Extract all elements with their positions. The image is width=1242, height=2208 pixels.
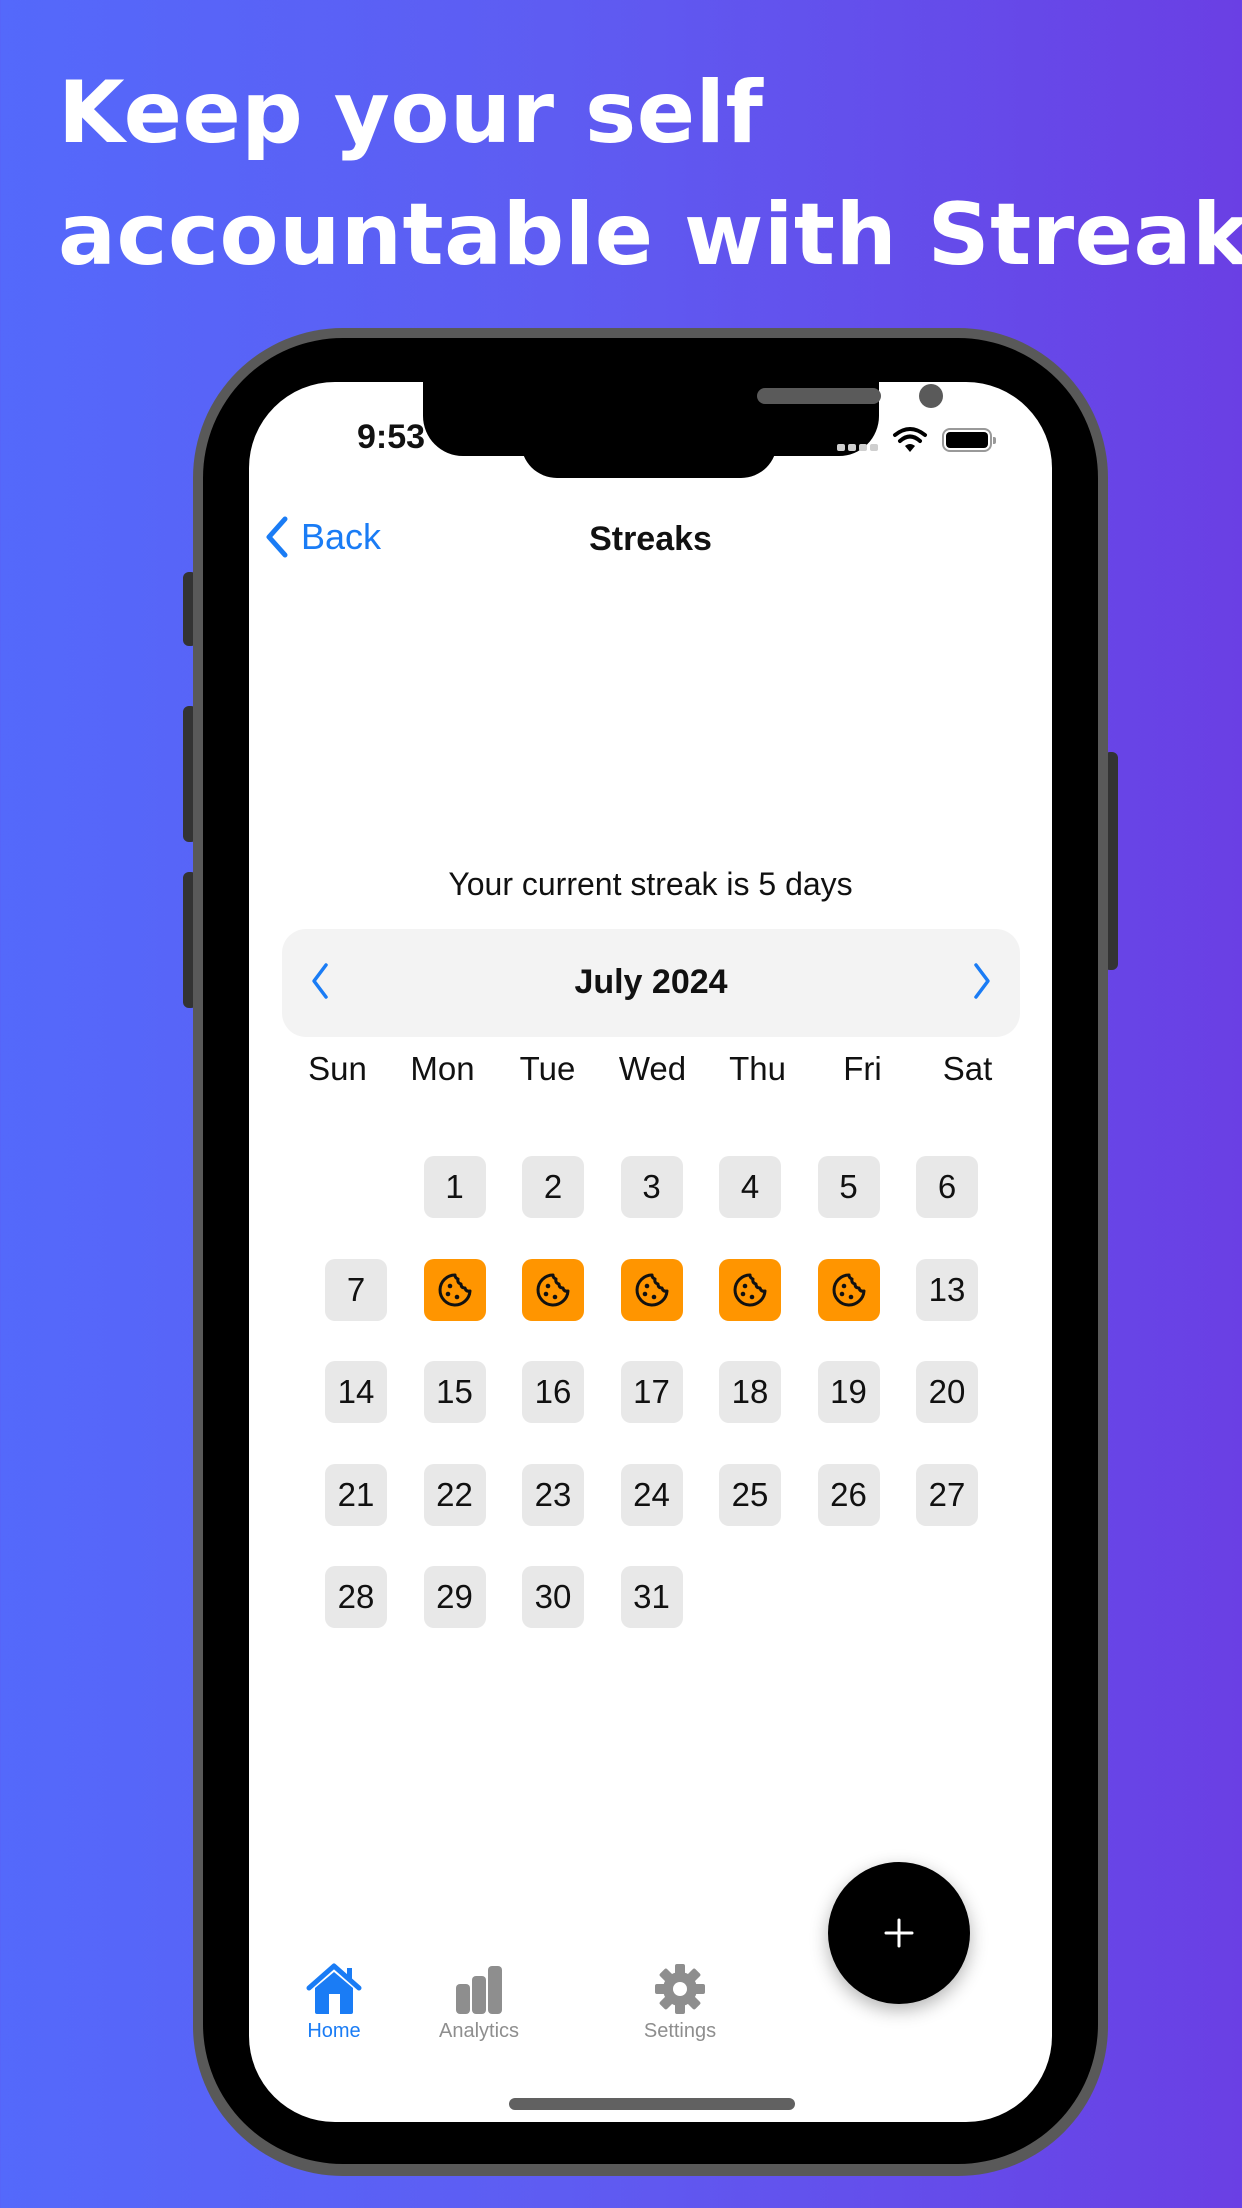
calendar-day[interactable]: 16 xyxy=(522,1361,584,1423)
signal-icon xyxy=(837,443,878,451)
calendar-day[interactable]: 19 xyxy=(817,1361,880,1423)
navigation-bar: Back Streaks xyxy=(249,512,1052,572)
weekday-label: Thu xyxy=(729,1050,786,1087)
calendar-day[interactable]: 25 xyxy=(719,1463,781,1526)
tab-home[interactable]: Home xyxy=(269,1962,399,2043)
cookie-icon xyxy=(536,1273,570,1306)
calendar-day[interactable]: 23 xyxy=(522,1463,584,1526)
calendar-day[interactable]: 13 xyxy=(916,1258,978,1321)
calendar-day[interactable]: 14 xyxy=(325,1361,387,1423)
speaker xyxy=(757,388,881,404)
calendar-day-completed[interactable] xyxy=(817,1258,880,1321)
tab-settings[interactable]: Settings xyxy=(615,1962,745,2043)
weekday-label: Fri xyxy=(843,1050,882,1087)
home-icon xyxy=(306,1963,362,2014)
tab-bar: Home Analytics Settings xyxy=(249,1962,1052,2072)
weekday-header: Sun Mon Tue Wed Thu Fri Sat xyxy=(285,1050,1020,1088)
gear-icon xyxy=(655,1964,705,2014)
calendar-day[interactable]: 1 xyxy=(423,1156,486,1218)
month-label: July 2024 xyxy=(574,963,728,1001)
battery-icon xyxy=(942,428,996,452)
calendar-day[interactable]: 29 xyxy=(423,1566,486,1628)
month-selector: July 2024 xyxy=(282,929,1020,1037)
cookie-icon xyxy=(733,1273,767,1306)
streak-message: Your current streak is 5 days xyxy=(448,866,853,902)
next-month-button[interactable] xyxy=(954,961,994,1005)
calendar-day[interactable]: 21 xyxy=(325,1463,387,1526)
calendar-day[interactable]: 18 xyxy=(719,1361,781,1423)
calendar-day[interactable]: 22 xyxy=(423,1463,486,1526)
weekday-label: Sun xyxy=(308,1050,367,1087)
calendar-day[interactable]: 30 xyxy=(522,1566,584,1628)
page-title: Streaks xyxy=(589,520,712,558)
calendar-day[interactable]: 26 xyxy=(817,1463,880,1526)
home-indicator xyxy=(509,2098,795,2110)
calendar-day[interactable]: 28 xyxy=(325,1566,387,1628)
status-time: 9:53 xyxy=(357,418,426,456)
bar-chart-icon xyxy=(456,1966,502,2014)
headline-line-2: accountable with Streaks xyxy=(58,185,1242,285)
wifi-icon xyxy=(893,427,927,452)
calendar-day[interactable]: 24 xyxy=(620,1463,683,1526)
chevron-right-icon xyxy=(974,963,990,999)
weekday-label: Sat xyxy=(942,1050,993,1087)
calendar-day-completed[interactable] xyxy=(719,1258,781,1321)
tab-analytics[interactable]: Analytics xyxy=(414,1962,544,2043)
tab-home-label: Home xyxy=(307,2020,361,2042)
cookie-icon xyxy=(635,1273,668,1306)
calendar-day-completed[interactable] xyxy=(620,1258,683,1321)
calendar-day[interactable]: 15 xyxy=(423,1361,486,1423)
calendar-day-completed[interactable] xyxy=(522,1258,584,1321)
cookie-icon xyxy=(832,1273,865,1306)
calendar-day[interactable]: 7 xyxy=(325,1258,387,1321)
tab-analytics-label: Analytics xyxy=(438,2020,520,2042)
calendar-day[interactable]: 17 xyxy=(620,1361,683,1423)
calendar-day[interactable]: 3 xyxy=(620,1156,683,1218)
calendar-day-completed[interactable] xyxy=(423,1258,486,1321)
calendar-day[interactable]: 5 xyxy=(817,1156,880,1218)
tab-settings-label: Settings xyxy=(643,2020,717,2042)
weekday-label: Tue xyxy=(519,1050,576,1087)
calendar-day[interactable]: 31 xyxy=(620,1566,683,1628)
calendar-day[interactable]: 4 xyxy=(719,1156,781,1218)
phone-screen: 9:53 Back Streaks Your current streak is… xyxy=(249,382,1052,2122)
weekday-label: Wed xyxy=(618,1050,687,1087)
calendar-day[interactable]: 27 xyxy=(916,1463,978,1526)
status-icons xyxy=(837,426,996,454)
notch xyxy=(423,382,943,456)
calendar-day[interactable]: 2 xyxy=(522,1156,584,1218)
camera xyxy=(919,384,943,408)
headline-line-1: Keep your self xyxy=(58,63,764,163)
plus-icon xyxy=(884,1918,914,1948)
calendar-day[interactable]: 20 xyxy=(916,1361,978,1423)
calendar-day[interactable]: 6 xyxy=(916,1156,978,1218)
weekday-label: Mon xyxy=(410,1050,475,1087)
headline: Keep your self accountable with Streaks xyxy=(58,52,1242,296)
cookie-icon xyxy=(438,1273,471,1306)
